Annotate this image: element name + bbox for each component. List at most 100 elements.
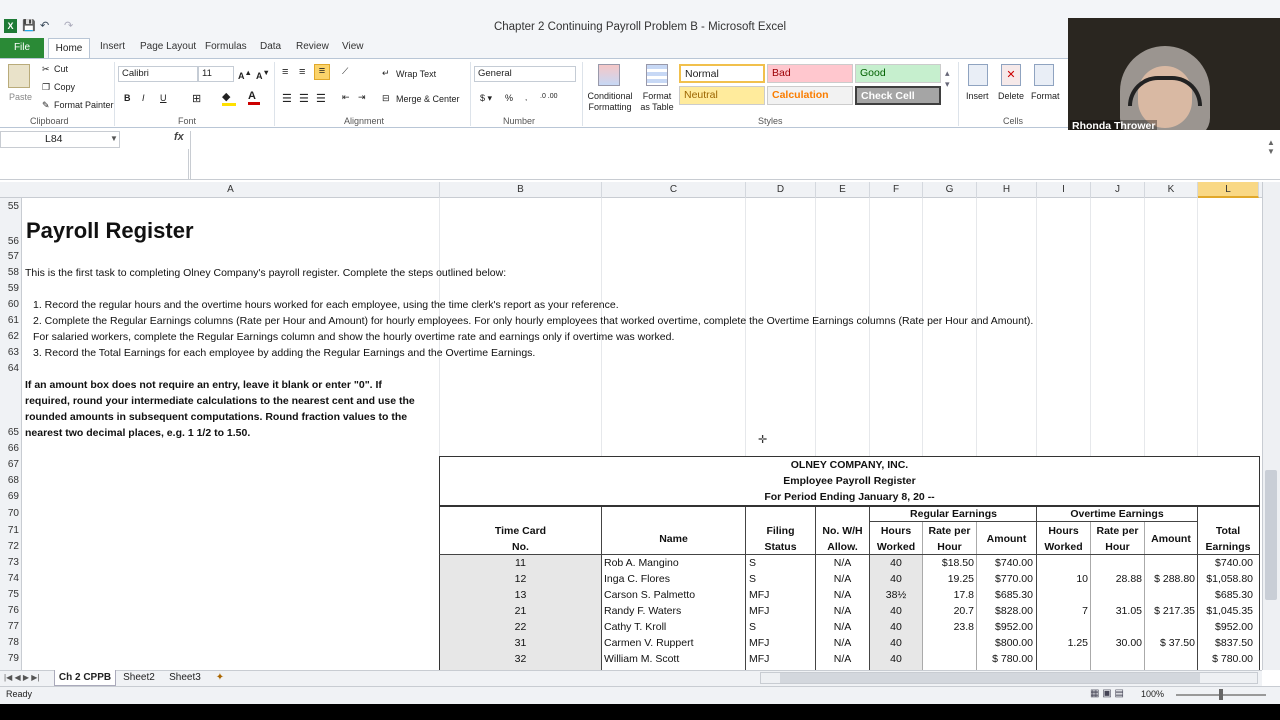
tab-formulas[interactable]: Formulas — [205, 41, 247, 52]
total-earnings-cell[interactable]: $685.30 — [1198, 589, 1253, 601]
row-number[interactable]: 57 — [0, 251, 22, 262]
amount-cell[interactable]: $ 780.00 — [977, 653, 1033, 665]
time-card-cell[interactable]: 12 — [440, 573, 601, 585]
ot-amount-cell[interactable]: $ 37.50 — [1145, 637, 1195, 649]
filing-status-cell[interactable]: MFJ — [749, 589, 815, 601]
sheet-tab-sheet2[interactable]: Sheet2 — [118, 670, 160, 686]
style-good[interactable]: Good — [855, 64, 941, 83]
ot-hours-cell[interactable]: 10 — [1037, 573, 1088, 585]
italic-icon[interactable]: I — [142, 93, 145, 103]
font-color-icon[interactable]: A — [248, 90, 260, 105]
row-number[interactable]: 61 — [0, 315, 22, 326]
row-number[interactable]: 59 — [0, 283, 22, 294]
employee-name-cell[interactable]: Rob A. Mangino — [604, 557, 745, 569]
tab-view[interactable]: View — [342, 41, 364, 52]
withholding-cell[interactable]: N/A — [816, 621, 869, 633]
time-card-cell[interactable]: 22 — [440, 621, 601, 633]
align-center-icon[interactable]: ☰ — [299, 92, 309, 105]
sheet-tab-ch2-cppb[interactable]: Ch 2 CPPB — [54, 670, 116, 686]
withholding-cell[interactable]: N/A — [816, 605, 869, 617]
column-header-i[interactable]: I — [1037, 182, 1091, 198]
ot-hours-cell[interactable]: 7 — [1037, 605, 1088, 617]
rate-cell[interactable]: 17.8 — [923, 589, 974, 601]
borders-icon[interactable]: ⊞ — [192, 92, 201, 105]
wrap-text-button[interactable]: Wrap Text — [396, 69, 436, 79]
tab-home[interactable]: Home — [48, 38, 90, 59]
ot-rate-cell[interactable]: 28.88 — [1091, 573, 1142, 585]
hours-worked-cell[interactable]: 40 — [870, 621, 922, 633]
zoom-slider-thumb[interactable] — [1219, 689, 1223, 700]
ot-hours-cell[interactable]: 1.25 — [1037, 637, 1088, 649]
row-number[interactable]: 62 — [0, 331, 22, 342]
row-number[interactable]: 56 — [0, 236, 22, 247]
view-normal-icon[interactable]: ▦ ▣ ▤ — [1090, 688, 1124, 699]
bold-icon[interactable]: B — [124, 93, 131, 103]
time-card-cell[interactable]: 21 — [440, 605, 601, 617]
filing-status-cell[interactable]: MFJ — [749, 605, 815, 617]
cut-button[interactable]: Cut — [54, 64, 68, 74]
row-number[interactable]: 58 — [0, 267, 22, 278]
employee-name-cell[interactable]: Cathy T. Kroll — [604, 621, 745, 633]
row-number[interactable]: 67 — [0, 459, 22, 470]
column-header-e[interactable]: E — [816, 182, 870, 198]
row-number[interactable]: 55 — [0, 201, 22, 212]
row-number[interactable]: 74 — [0, 573, 22, 584]
percent-icon[interactable]: % — [505, 93, 513, 103]
hours-worked-cell[interactable]: 40 — [870, 605, 922, 617]
comma-style-icon[interactable]: , — [525, 93, 527, 102]
style-neutral[interactable]: Neutral — [679, 86, 765, 105]
align-bottom-icon[interactable]: ≡ — [314, 64, 330, 80]
employee-name-cell[interactable]: Carmen V. Ruppert — [604, 637, 745, 649]
increase-decimal-icon[interactable]: .0 .00 — [540, 93, 558, 100]
copy-button[interactable]: Copy — [54, 82, 75, 92]
sheet-nav-icon[interactable]: |◀ ◀ ▶ ▶| — [4, 673, 39, 682]
total-earnings-cell[interactable]: $740.00 — [1198, 557, 1253, 569]
paste-button[interactable]: Paste — [9, 92, 32, 102]
grow-font-icon[interactable]: A▲ — [238, 68, 252, 81]
row-number[interactable]: 76 — [0, 605, 22, 616]
row-number[interactable]: 73 — [0, 557, 22, 568]
formula-expand-icon[interactable]: ▲ ▼ — [1267, 138, 1275, 156]
employee-name-cell[interactable]: Inga C. Flores — [604, 573, 745, 585]
underline-icon[interactable]: U — [160, 93, 167, 103]
increase-indent-icon[interactable]: ⇥ — [358, 92, 366, 103]
style-bad[interactable]: Bad — [767, 64, 853, 83]
ot-rate-cell[interactable]: 31.05 — [1091, 605, 1142, 617]
employee-name-cell[interactable]: Randy F. Waters — [604, 605, 745, 617]
align-right-icon[interactable]: ☰ — [316, 92, 326, 105]
withholding-cell[interactable]: N/A — [816, 589, 869, 601]
hours-worked-cell[interactable]: 40 — [870, 573, 922, 585]
merge-center-button[interactable]: Merge & Center — [396, 94, 460, 104]
amount-cell[interactable]: $740.00 — [977, 557, 1033, 569]
column-header-j[interactable]: J — [1091, 182, 1145, 198]
employee-name-cell[interactable]: William M. Scott — [604, 653, 745, 665]
column-header-b[interactable]: B — [440, 182, 602, 198]
format-cells-button[interactable]: Format — [1031, 91, 1060, 101]
scrollbar-thumb[interactable] — [1265, 470, 1277, 600]
decrease-indent-icon[interactable]: ⇤ — [342, 92, 350, 103]
filing-status-cell[interactable]: S — [749, 621, 815, 633]
number-format-select[interactable]: General — [474, 66, 576, 82]
row-number[interactable]: 72 — [0, 541, 22, 552]
ot-rate-cell[interactable]: 30.00 — [1091, 637, 1142, 649]
style-check-cell[interactable]: Check Cell — [855, 86, 941, 105]
withholding-cell[interactable]: N/A — [816, 573, 869, 585]
name-box[interactable]: L84 — [0, 131, 120, 148]
style-normal[interactable]: Normal — [679, 64, 765, 83]
row-number[interactable]: 66 — [0, 443, 22, 454]
withholding-cell[interactable]: N/A — [816, 557, 869, 569]
zoom-level[interactable]: 100% — [1141, 689, 1164, 699]
row-number[interactable]: 69 — [0, 491, 22, 502]
ot-amount-cell[interactable]: $ 288.80 — [1145, 573, 1195, 585]
row-number[interactable]: 63 — [0, 347, 22, 358]
tab-review[interactable]: Review — [296, 41, 329, 52]
time-card-cell[interactable]: 11 — [440, 557, 601, 569]
align-top-icon[interactable]: ≡ — [282, 66, 288, 78]
row-number[interactable]: 78 — [0, 637, 22, 648]
fill-color-icon[interactable]: ◆ — [222, 90, 236, 106]
total-earnings-cell[interactable]: $ 780.00 — [1198, 653, 1253, 665]
column-header-a[interactable]: A — [22, 182, 440, 198]
total-earnings-cell[interactable]: $837.50 — [1198, 637, 1253, 649]
row-number[interactable]: 79 — [0, 653, 22, 664]
total-earnings-cell[interactable]: $1,058.80 — [1198, 573, 1253, 585]
